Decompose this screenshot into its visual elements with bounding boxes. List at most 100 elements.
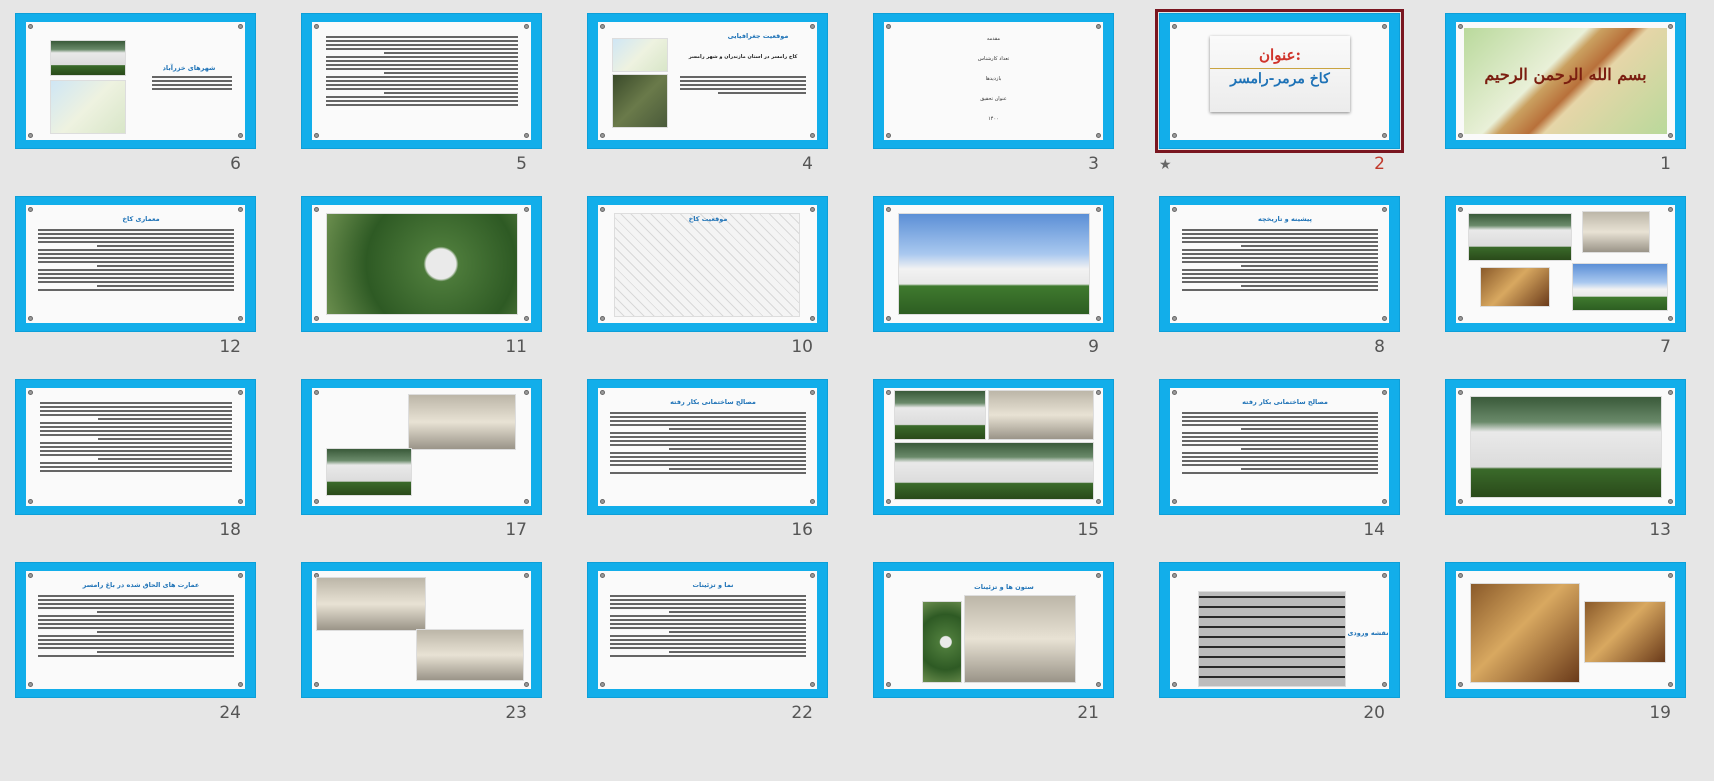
slide-thumbnail-8[interactable]: پیشینه و تاریخچه 8 — [1144, 183, 1400, 357]
slide-frame[interactable]: شهرهای خزرآباد — [15, 13, 256, 149]
corner-pin-icon — [524, 316, 529, 321]
slide-thumbnail-22[interactable]: نما و تزئینات 22 — [572, 549, 828, 723]
slide-canvas: شهرهای خزرآباد — [26, 22, 245, 140]
slide-frame[interactable]: مصالح ساختمانی بکار رفته — [1159, 379, 1400, 515]
text-line — [610, 472, 806, 474]
slide-frame[interactable]: مصالح ساختمانی بکار رفته — [587, 379, 828, 515]
corner-pin-icon — [1172, 682, 1177, 687]
slide-thumbnail-5[interactable]: 5 — [286, 0, 542, 174]
slide-thumbnail-13[interactable]: 13 — [1430, 366, 1686, 540]
corner-pin-icon — [1382, 499, 1387, 504]
slide-thumbnail-12[interactable]: معماری کاخ 12 — [0, 183, 256, 357]
slide-frame[interactable]: عمارت های الحاق شده در باغ رامسر — [15, 562, 256, 698]
slide-number: 24 — [219, 703, 241, 723]
slide-thumbnail-2[interactable]: عنوان: کاخ مرمر-رامسر 2 ★ — [1144, 0, 1404, 174]
slide-frame[interactable] — [301, 196, 542, 332]
text-line — [326, 40, 518, 42]
corner-pin-icon — [810, 682, 815, 687]
slide-frame[interactable] — [873, 379, 1114, 515]
corner-pin-icon — [1458, 207, 1463, 212]
slide-frame[interactable] — [1445, 379, 1686, 515]
slide-thumbnail-16[interactable]: مصالح ساختمانی بکار رفته 16 — [572, 366, 828, 540]
photo-2 — [988, 390, 1094, 440]
menu-item: تعداد کارشناس — [977, 56, 1010, 62]
slide-thumbnail-1[interactable]: بسم الله الرحمن الرحیم 1 — [1430, 0, 1686, 174]
slide-frame[interactable]: موقعیت کاخ — [587, 196, 828, 332]
slide-frame[interactable]: معماری کاخ — [15, 196, 256, 332]
slide-thumbnail-4[interactable]: موقعیت جغرافیایی کاخ رامسر در استان مازند… — [572, 0, 828, 174]
slide-thumbnail-11[interactable]: 11 — [286, 183, 542, 357]
slide-thumbnail-23[interactable]: 23 — [286, 549, 542, 723]
text-line — [1182, 424, 1378, 426]
cover-calligraphy: بسم الله الرحمن الرحیم — [1484, 65, 1647, 85]
slide-thumbnail-17[interactable]: 17 — [286, 366, 542, 540]
slide-thumbnail-19[interactable]: 19 — [1430, 549, 1686, 723]
slide-frame[interactable]: ستون ها و تزئینات — [873, 562, 1114, 698]
slide-canvas — [312, 205, 531, 323]
text-line — [326, 36, 518, 38]
slide-frame[interactable] — [873, 196, 1114, 332]
slide-frame[interactable]: نقشه ورودی — [1159, 562, 1400, 698]
slide-number: 2 — [1374, 154, 1385, 174]
slide-thumbnail-20[interactable]: نقشه ورودی 20 — [1144, 549, 1400, 723]
slide-thumbnail-10[interactable]: موقعیت کاخ 10 — [572, 183, 828, 357]
text-line — [96, 631, 234, 633]
corner-pin-icon — [28, 499, 33, 504]
slide-frame[interactable]: بسم الله الرحمن الرحیم — [1445, 13, 1686, 149]
text-line — [1182, 440, 1378, 442]
corner-pin-icon — [886, 207, 891, 212]
slide-frame[interactable] — [301, 562, 542, 698]
slide-frame[interactable] — [301, 379, 542, 515]
corner-pin-icon — [600, 133, 605, 138]
slide-canvas: موقعیت جغرافیایی کاخ رامسر در استان مازند… — [598, 22, 817, 140]
slide-thumbnail-9[interactable]: 9 — [858, 183, 1114, 357]
text-line — [97, 438, 232, 440]
slide-thumbnail-3[interactable]: مقدمه تعداد کارشناس بازدیدها عنوان تحقیق ۱۴۰… — [858, 0, 1114, 174]
satellite-photo — [612, 74, 668, 128]
slide-frame[interactable] — [301, 13, 542, 149]
slide-thumbnail-6[interactable]: شهرهای خزرآباد 6 — [0, 0, 256, 174]
corner-pin-icon — [1458, 316, 1463, 321]
corner-pin-icon — [28, 573, 33, 578]
slide-frame[interactable]: پیشینه و تاریخچه — [1159, 196, 1400, 332]
slide-frame[interactable] — [1445, 196, 1686, 332]
text-line — [326, 44, 518, 46]
text-line — [96, 245, 234, 247]
slide-frame[interactable]: مقدمه تعداد کارشناس بازدیدها عنوان تحقیق ۱۴۰… — [873, 13, 1114, 149]
text-line — [40, 406, 232, 408]
text-line — [326, 68, 518, 70]
corner-pin-icon — [238, 499, 243, 504]
slide-number: 7 — [1660, 337, 1671, 357]
text-line — [40, 434, 232, 436]
slide-frame[interactable]: موقعیت جغرافیایی کاخ رامسر در استان مازند… — [587, 13, 828, 149]
text-line — [326, 96, 518, 98]
text-line — [40, 470, 232, 472]
slide-thumbnail-21[interactable]: ستون ها و تزئینات 21 — [858, 549, 1114, 723]
slide-number: 11 — [505, 337, 527, 357]
star-icon[interactable]: ★ — [1159, 157, 1172, 173]
slide-number: 4 — [802, 154, 813, 174]
text-line — [40, 422, 232, 424]
slide-frame[interactable]: عنوان: کاخ مرمر-رامسر — [1155, 9, 1404, 153]
corner-pin-icon — [1458, 24, 1463, 29]
slide-thumbnail-7[interactable]: 7 — [1430, 183, 1686, 357]
slide-thumbnail-24[interactable]: عمارت های الحاق شده در باغ رامسر 24 — [0, 549, 256, 723]
slide-number: 17 — [505, 520, 527, 540]
slide-frame[interactable] — [15, 379, 256, 515]
text-line — [326, 48, 518, 50]
slide-canvas — [312, 388, 531, 506]
slide-frame[interactable]: نما و تزئینات — [587, 562, 828, 698]
slide-thumbnail-18[interactable]: 18 — [0, 366, 256, 540]
text-line — [610, 460, 806, 462]
slide-canvas — [884, 205, 1103, 323]
slide-canvas: عنوان: کاخ مرمر-رامسر — [1170, 22, 1389, 140]
slide-thumbnail-15[interactable]: 15 — [858, 366, 1114, 540]
menu-list: مقدمه تعداد کارشناس بازدیدها عنوان تحقیق ۱۴۰… — [884, 22, 1103, 136]
text-line — [1240, 448, 1378, 450]
slide-thumbnail-14[interactable]: مصالح ساختمانی بکار رفته 14 — [1144, 366, 1400, 540]
slide-frame[interactable] — [1445, 562, 1686, 698]
slide-canvas: مصالح ساختمانی بکار رفته — [598, 388, 817, 506]
iran-map — [612, 38, 668, 72]
slide-number: 15 — [1077, 520, 1099, 540]
text-line — [38, 623, 234, 625]
